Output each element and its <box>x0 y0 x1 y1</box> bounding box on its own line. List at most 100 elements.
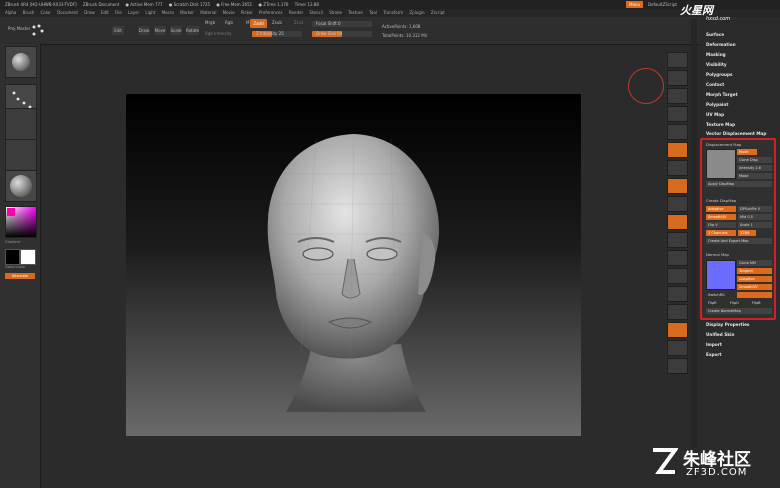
flip-b-button[interactable]: FlipB <box>750 300 770 306</box>
menu-preferences[interactable]: Preferences <box>259 10 283 15</box>
mrgb-button[interactable]: Mrgb <box>205 20 215 25</box>
menu-texture[interactable]: Texture <box>348 10 363 15</box>
gradient-label[interactable]: Gradient <box>5 240 20 244</box>
brush-slot[interactable] <box>5 46 37 78</box>
palette-surface[interactable]: Surface <box>706 32 724 37</box>
default-script[interactable]: DefaultZScript <box>648 0 677 9</box>
draw-button[interactable]: Draw <box>138 26 150 35</box>
palette-polypaint[interactable]: Polypaint <box>706 102 728 107</box>
move-button[interactable]: Move <box>154 26 166 35</box>
smoothuv-disp-button[interactable]: SmoothUV <box>706 214 736 220</box>
lightbox-icon[interactable] <box>30 23 46 39</box>
rgb-button[interactable]: Rgb <box>225 20 233 25</box>
rotate-icon-button[interactable] <box>667 232 688 248</box>
local-button[interactable] <box>667 178 688 194</box>
palette-polygroups[interactable]: Polygroups <box>706 72 733 77</box>
apply-dispmap-button[interactable]: Apply DispMap <box>706 181 772 187</box>
rotate-view-button[interactable] <box>667 304 688 320</box>
smoothuv-nm-button[interactable]: SmoothUV <box>737 284 772 290</box>
draw-size-slider[interactable]: Draw Size 64 <box>312 31 372 37</box>
zcut-button[interactable]: Zcut <box>294 20 303 25</box>
rgb-intensity-slider[interactable]: Rgb Intensity <box>205 31 232 36</box>
switchcolor-label[interactable]: SwitchColor <box>5 265 26 269</box>
three-channels-button[interactable]: 3 Channels <box>706 230 736 236</box>
scale-button[interactable]: Scale <box>170 26 182 35</box>
actual-button[interactable] <box>667 106 688 122</box>
32bit-button[interactable]: 32Bit <box>738 230 756 236</box>
menu-render[interactable]: Render <box>289 10 303 15</box>
palette-contact[interactable]: Contact <box>706 82 724 87</box>
spix-button[interactable] <box>667 70 688 86</box>
bpr-button[interactable] <box>667 52 688 68</box>
tray-scrollbar[interactable] <box>691 19 697 479</box>
persp-button[interactable] <box>667 142 688 158</box>
flip-g-button[interactable]: FlipG <box>728 300 748 306</box>
palette-masking[interactable]: Masking <box>706 52 726 57</box>
tangent-button[interactable]: Tangent <box>737 268 772 274</box>
clone-nm-button[interactable]: Clone NM <box>737 260 772 266</box>
aahalf-button[interactable] <box>667 124 688 140</box>
flip-v-button[interactable]: Flip V <box>706 222 736 228</box>
scale-slider[interactable]: Scale 1 <box>738 222 772 228</box>
zoom-button[interactable] <box>667 88 688 104</box>
proj-master-label[interactable]: Proj Master <box>8 26 30 31</box>
dpsubpix-slider[interactable]: DPSubPix 0 <box>738 206 772 212</box>
palette-uv-map[interactable]: UV Map <box>706 112 724 117</box>
solo-button[interactable] <box>667 358 688 374</box>
menu-light[interactable]: Light <box>145 10 155 15</box>
menu-file[interactable]: File <box>115 10 122 15</box>
create-export-map-button[interactable]: Create And Export Map <box>706 238 772 244</box>
palette-deformation[interactable]: Deformation <box>706 42 736 47</box>
palette-vector-displacement-map[interactable]: Vector Displacement Map <box>706 131 766 136</box>
palette-export[interactable]: Export <box>706 352 722 357</box>
disp-on-button[interactable]: Mode <box>737 149 757 155</box>
mode-button[interactable]: Mode <box>737 173 772 179</box>
menu-zscript[interactable]: Zscript <box>431 10 445 15</box>
menu-movie[interactable]: Movie <box>223 10 235 15</box>
menu-edit[interactable]: Edit <box>101 10 109 15</box>
move-view-button[interactable] <box>667 268 688 284</box>
z-intensity-slider[interactable]: Z Intensity 25 <box>252 31 302 37</box>
menu-stencil[interactable]: Stencil <box>309 10 323 15</box>
menu-document[interactable]: Document <box>57 10 78 15</box>
menu-brush[interactable]: Brush <box>23 10 35 15</box>
palette-visibility[interactable]: Visibility <box>706 62 727 67</box>
alpha-slot[interactable] <box>5 108 37 140</box>
menu-color[interactable]: Color <box>40 10 50 15</box>
palette-unified-skin[interactable]: Unified Skin <box>706 332 734 337</box>
lsym-button[interactable] <box>667 196 688 212</box>
scale-view-button[interactable] <box>667 286 688 302</box>
material-slot[interactable] <box>5 170 37 202</box>
menu-picker[interactable]: Picker <box>241 10 253 15</box>
menu-stroke[interactable]: Stroke <box>329 10 342 15</box>
mid-slider[interactable]: Mid 0.5 <box>738 214 772 220</box>
m-button[interactable]: M <box>246 20 249 25</box>
secondary-color-swatch[interactable] <box>20 249 36 265</box>
adaptive-nm-button[interactable]: Adaptive <box>737 276 772 282</box>
clone-disp-button[interactable]: Clone Disp <box>737 157 772 163</box>
zsub-button[interactable]: Zsub <box>272 20 282 25</box>
menu-layer[interactable]: Layer <box>128 10 139 15</box>
color-picker-selector[interactable] <box>7 208 15 216</box>
menu-button[interactable]: Menu <box>626 1 643 8</box>
menu-material[interactable]: Material <box>200 10 216 15</box>
menu-transform[interactable]: Transform <box>383 10 403 15</box>
normal-map-header[interactable]: Normal Map <box>706 252 729 257</box>
floor-button[interactable] <box>667 160 688 176</box>
intensity-slider[interactable]: Intensity 2.6 <box>737 165 772 171</box>
adaptive-disp-button[interactable]: Adaptive <box>706 206 736 212</box>
focal-shift-slider[interactable]: Focal Shift 0 <box>312 21 372 27</box>
zadd-button[interactable]: Zadd <box>250 19 267 28</box>
menu-tool[interactable]: Tool <box>369 10 377 15</box>
create-dispmap-label[interactable]: Create DispMap <box>706 198 736 203</box>
viewport-canvas[interactable] <box>126 94 581 436</box>
palette-morph-target[interactable]: Morph Target <box>706 92 738 97</box>
nm-orange-toggle[interactable] <box>737 292 772 298</box>
flip-r-button[interactable]: FlipR <box>706 300 726 306</box>
frame-button[interactable] <box>667 250 688 266</box>
menu-draw[interactable]: Draw <box>84 10 94 15</box>
create-normalmap-button[interactable]: Create NormalMap <box>706 308 772 314</box>
switchrg-button[interactable]: SwitchRG <box>706 292 734 298</box>
edit-button[interactable]: Edit <box>112 26 124 35</box>
rotate-button[interactable]: Rotate <box>186 26 199 35</box>
